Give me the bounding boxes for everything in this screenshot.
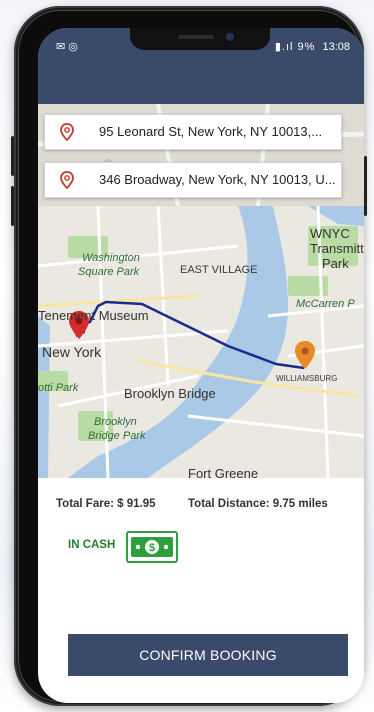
payment-method-label: IN CASH [68,539,116,551]
notch [130,28,270,50]
total-fare-value: $ 91.95 [117,498,156,510]
total-distance-value: 9.75 miles [272,498,328,510]
cash-icon[interactable]: $ [126,531,178,563]
svg-text:$: $ [149,542,155,554]
map-label: Bridge Park [88,430,146,442]
volume-button [11,136,14,176]
map-label: Brooklyn [94,416,137,428]
phone-screen: ✉ ◎ ▮.ıl 9% 13:08 95 Leonard St, New Yor… [38,28,364,703]
cash-icon-graphic: $ [131,537,173,557]
map-label: Brooklyn Bridge [124,386,216,401]
volume-button-2 [11,186,14,226]
map-label: McCarren P [296,298,355,310]
map-label: Washington [82,252,140,264]
phone-frame: ✉ ◎ ▮.ıl 9% 13:08 95 Leonard St, New Yor… [11,6,367,706]
location-pin-icon [60,123,74,141]
map-label: WNYC [310,226,350,241]
route-map[interactable]: WNYC Transmitt Park Washington Square Pa… [38,206,364,478]
total-fare-label: Total Fare: [56,498,114,510]
pickup-address: 95 Leonard St, New York, NY 10013,... [99,124,323,139]
total-fare: Total Fare: $ 91.95 [56,498,156,510]
map-label: Transmitt [310,241,364,256]
confirm-booking-button[interactable]: CONFIRM BOOKING [68,634,348,676]
total-distance-label: Total Distance: [188,498,270,510]
speaker [178,35,214,39]
map-label: New York [42,344,102,360]
status-time: 13:08 [322,41,350,53]
app-header: ✉ ◎ ▮.ıl 9% 13:08 [38,28,364,104]
status-right: ▮.ıl 9% 13:08 [275,40,350,53]
map-label: Park [322,256,349,271]
location-pin-icon [60,171,74,189]
map-label: Fort Greene [188,466,259,478]
power-button [364,156,367,216]
dropoff-address: 346 Broadway, New York, NY 10013, U... [99,172,335,187]
dropoff-location-field[interactable]: 346 Broadway, New York, NY 10013, U... [44,162,342,198]
dropoff-pin-icon [295,341,315,369]
map-label: Tenement Museum [38,308,149,323]
front-camera [226,33,234,41]
pickup-location-field[interactable]: 95 Leonard St, New York, NY 10013,... [44,114,342,150]
map-label: WILLIAMSBURG [276,374,338,383]
map-label: otti Park [38,382,79,394]
map-label: EAST VILLAGE [180,264,258,276]
total-distance: Total Distance: 9.75 miles [188,498,328,510]
status-left: ✉ ◎ [56,40,78,53]
signal-battery-icon: ▮.ıl 9% [274,41,316,53]
notification-icons: ✉ ◎ [56,41,78,53]
map-label: Square Park [78,266,140,278]
